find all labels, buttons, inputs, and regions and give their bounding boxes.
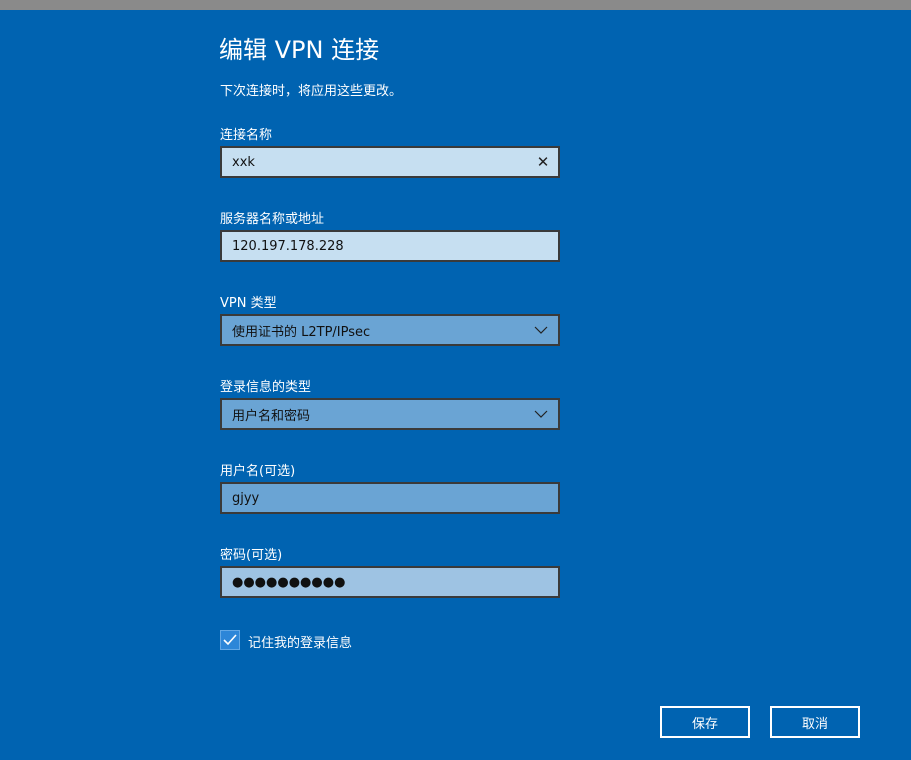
- password-label: 密码(可选): [220, 548, 283, 563]
- remember-checkbox[interactable]: [220, 630, 240, 650]
- username-value: gjyy: [232, 490, 260, 506]
- server-address-field[interactable]: 120.197.178.228: [220, 230, 560, 262]
- signin-type-label: 登录信息的类型: [220, 380, 312, 395]
- cancel-button[interactable]: 取消: [770, 706, 860, 738]
- vpn-type-label: VPN 类型: [220, 296, 277, 311]
- chevron-down-icon: [524, 326, 558, 334]
- vpn-type-select[interactable]: 使用证书的 L2TP/IPsec: [220, 314, 560, 346]
- username-field[interactable]: gjyy: [220, 482, 560, 514]
- window-top-bar: [0, 0, 911, 10]
- dialog-subtitle: 下次连接时，将应用这些更改。: [220, 84, 403, 99]
- server-address-label: 服务器名称或地址: [220, 212, 325, 227]
- remember-label[interactable]: 记住我的登录信息: [248, 632, 352, 651]
- dialog-title: 编辑 VPN 连接: [219, 36, 380, 64]
- close-icon[interactable]: ✕: [528, 153, 558, 171]
- password-field[interactable]: ●●●●●●●●●●: [220, 566, 560, 598]
- checkmark-icon: [223, 634, 237, 646]
- password-value: ●●●●●●●●●●: [232, 574, 346, 590]
- signin-type-select[interactable]: 用户名和密码: [220, 398, 560, 430]
- username-label: 用户名(可选): [220, 464, 296, 479]
- signin-type-value: 用户名和密码: [232, 408, 311, 424]
- connection-name-value: xxk: [232, 154, 255, 170]
- chevron-down-icon: [524, 410, 558, 418]
- save-button[interactable]: 保存: [660, 706, 750, 738]
- vpn-type-value: 使用证书的 L2TP/IPsec: [232, 324, 371, 340]
- connection-name-label: 连接名称: [220, 128, 273, 143]
- server-address-value: 120.197.178.228: [232, 238, 344, 254]
- connection-name-field[interactable]: xxk ✕: [220, 146, 560, 178]
